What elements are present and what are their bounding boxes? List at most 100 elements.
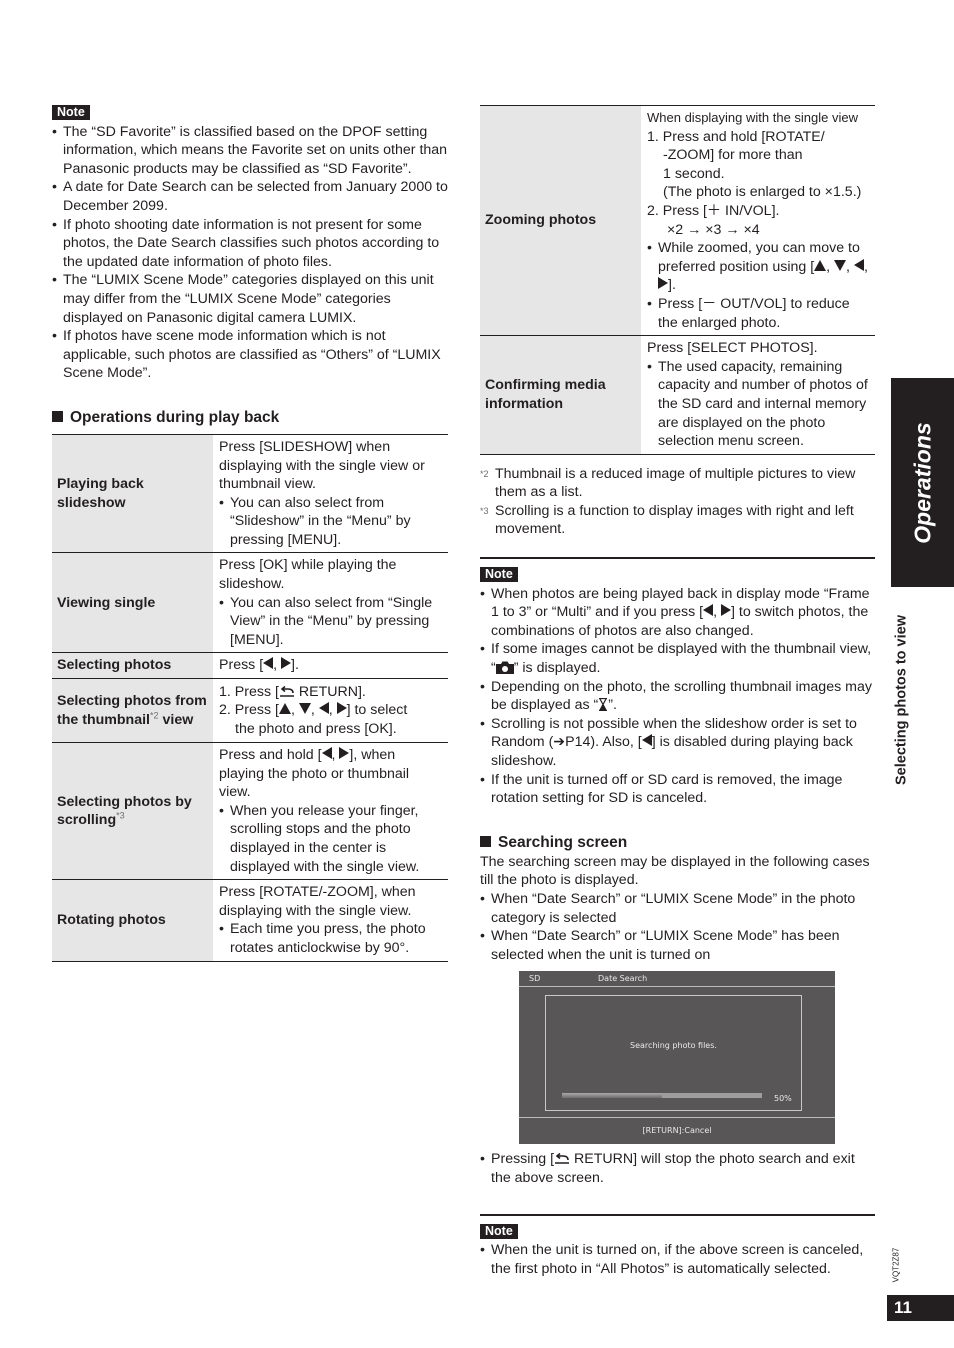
- note-item: If some images cannot be displayed with …: [480, 640, 875, 677]
- note-item: Scrolling is not possible when the slide…: [480, 715, 875, 771]
- description-bullet: You can also select from “Slideshow” in …: [219, 494, 443, 550]
- section-heading-searching: Searching screen: [480, 833, 875, 853]
- search-message: Searching photo files.: [630, 1041, 717, 1051]
- note-list: When photos are being played back in dis…: [480, 585, 875, 808]
- screen-footer: [RETURN]:Cancel: [519, 1117, 835, 1144]
- note-list: The “SD Favorite” is classified based on…: [52, 123, 448, 383]
- note-item: The “SD Favorite” is classified based on…: [52, 123, 448, 179]
- return-icon: [555, 1153, 570, 1165]
- screen-title: Date Search: [598, 974, 648, 984]
- footnote: *3 Scrolling is a function to display ima…: [480, 502, 854, 538]
- left-column: Note The “SD Favorite” is classified bas…: [52, 103, 448, 962]
- up-arrow-icon: [814, 259, 827, 271]
- row-description: 1. Press [ RETURN]. 2. Press [, , , ] to…: [219, 683, 408, 737]
- operations-table-continued: Zooming photos When displaying with the …: [480, 105, 875, 455]
- return-icon: [279, 685, 294, 697]
- right-arrow-icon: [281, 657, 292, 670]
- row-description: Press [SLIDESHOW] when displaying with t…: [213, 434, 448, 553]
- right-arrow-icon: [336, 702, 347, 715]
- note-list: When the unit is turned on, if the above…: [480, 1241, 875, 1278]
- section-subtitle: Selecting photos to view: [893, 615, 910, 785]
- progress-fill: [562, 1093, 662, 1099]
- screen-header: SD Date Search: [519, 971, 835, 988]
- description-bullet: Each time you press, the photo rotates a…: [219, 920, 443, 957]
- screen-dialog: Searching photo files. 50%: [545, 995, 802, 1112]
- left-arrow-icon: [703, 604, 714, 617]
- searching-screen-illustration: SD Date Search Searching photo files. 50…: [519, 971, 835, 1145]
- footnote: *2 Thumbnail is a reduced image of multip…: [480, 465, 856, 501]
- row-label: Confirming media information: [480, 335, 641, 455]
- footnote-ref: *3: [116, 810, 125, 821]
- square-bullet-icon: [480, 835, 491, 847]
- left-arrow-icon: [318, 702, 329, 715]
- description-bullet: When you release your finger, scrolling …: [219, 802, 443, 876]
- left-arrow-icon: [263, 657, 274, 670]
- row-label: Viewing single: [52, 552, 213, 653]
- section-heading-operations: Operations during play back: [52, 408, 448, 428]
- note-label: Note: [52, 105, 90, 120]
- left-arrow-icon: [641, 734, 652, 747]
- model-code: VQT2Z87: [891, 1247, 901, 1283]
- up-arrow-icon: [278, 703, 291, 715]
- search-case: When “Date Search” or “LUMIX Scene Mode”…: [480, 890, 875, 927]
- divider: [480, 557, 875, 560]
- row-label: Selecting photos by scrolling*3: [52, 742, 213, 880]
- down-arrow-icon: [834, 259, 847, 271]
- note-label: Note: [480, 567, 518, 583]
- note-section-1: Note The “SD Favorite” is classified bas…: [52, 103, 448, 383]
- row-label: Selecting photos from the thumbnail*2 vi…: [52, 678, 213, 743]
- page-number: 11: [887, 1295, 954, 1321]
- media-label: SD: [529, 974, 541, 984]
- left-arrow-icon: [321, 747, 332, 760]
- note-section-2: Note When photos are being played back i…: [480, 565, 875, 808]
- note-item: If photos have scene mode information wh…: [52, 327, 448, 383]
- row-label: Selecting photos: [52, 652, 213, 679]
- note-item: When photos are being played back in dis…: [480, 585, 875, 641]
- table-row: Viewing single Press [OK] while playing …: [52, 552, 448, 653]
- row-description: Press [SELECT PHOTOS]. The used capacity…: [641, 336, 875, 455]
- note-section-3: Note When the unit is turned on, if the …: [480, 1222, 875, 1279]
- right-arrow-icon: [658, 277, 668, 290]
- description-text: Press [OK] while playing the slideshow.: [219, 557, 397, 593]
- heading-text: Operations during play back: [70, 408, 280, 426]
- left-arrow-icon: [853, 258, 864, 271]
- row-label: Rotating photos: [52, 879, 213, 962]
- table-row: Confirming media information Press [SELE…: [480, 335, 875, 455]
- note-item: Depending on the photo, the scrolling th…: [480, 678, 875, 715]
- row-description: Press and hold [, ], when playing the ph…: [213, 743, 448, 880]
- description-bullet: You can also select from “Single View” i…: [219, 594, 443, 650]
- down-arrow-icon: [298, 703, 311, 715]
- table-row: Selecting photos from the thumbnail*2 vi…: [52, 678, 448, 743]
- row-description: When displaying with the single view 1. …: [641, 106, 875, 336]
- search-intro: The searching screen may be displayed in…: [480, 853, 870, 889]
- progress-bar: [562, 1093, 762, 1099]
- table-row: Playing back slideshow Press [SLIDESHOW]…: [52, 434, 448, 553]
- right-column: Zooming photos When displaying with the …: [480, 105, 875, 1278]
- note-item: When the unit is turned on, if the above…: [480, 1241, 875, 1278]
- description-text: Press [SLIDESHOW] when displaying with t…: [219, 438, 425, 493]
- return-note: Pressing [ RETURN] will stop the photo s…: [480, 1150, 875, 1187]
- row-description: Press [, ].: [219, 657, 299, 674]
- row-description: Press [ROTATE/-ZOOM], when displaying wi…: [213, 880, 448, 961]
- note-item: If the unit is turned off or SD card is …: [480, 771, 875, 808]
- note-item: A date for Date Search can be selected f…: [52, 178, 448, 215]
- row-label: Zooming photos: [480, 105, 641, 336]
- heading-text: Searching screen: [498, 833, 628, 851]
- note-item: The “LUMIX Scene Mode” categories displa…: [52, 271, 448, 327]
- hourglass-icon: [599, 698, 608, 712]
- table-row: Rotating photos Press [ROTATE/-ZOOM], wh…: [52, 879, 448, 962]
- search-case-list: When “Date Search” or “LUMIX Scene Mode”…: [480, 890, 875, 964]
- row-label: Playing back slideshow: [52, 434, 213, 553]
- note-item: If photo shooting date information is no…: [52, 216, 448, 272]
- table-row: Selecting photos Press [, ].: [52, 652, 448, 679]
- note-label: Note: [480, 1223, 518, 1239]
- row-description: Press [OK] while playing the slideshow. …: [213, 553, 448, 653]
- square-bullet-icon: [52, 410, 63, 422]
- chapter-tab: Operations: [891, 378, 954, 587]
- operations-table: Playing back slideshow Press [SLIDESHOW]…: [52, 433, 448, 962]
- footnote-ref: *2: [150, 709, 159, 720]
- footnotes: *2 Thumbnail is a reduced image of multip…: [480, 465, 875, 539]
- camera-icon: [495, 661, 514, 675]
- table-row: Selecting photos by scrolling*3 Press an…: [52, 742, 448, 880]
- description-text: Press [ROTATE/-ZOOM], when displaying wi…: [219, 884, 416, 919]
